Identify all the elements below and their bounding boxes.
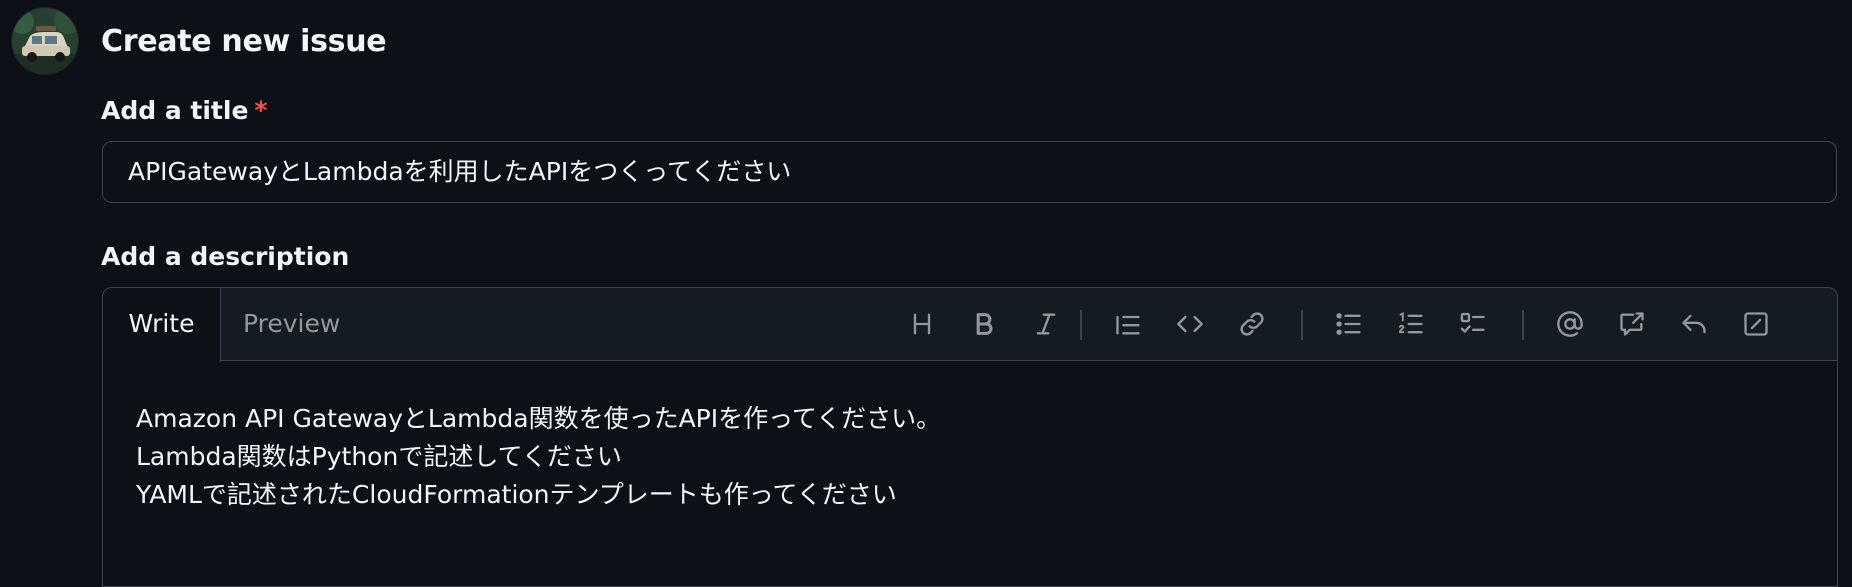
title-label-text: Add a title	[101, 96, 249, 125]
slash-commands-icon[interactable]	[1737, 305, 1775, 343]
description-label: Add a description	[101, 242, 350, 271]
ordered-list-icon[interactable]	[1392, 305, 1430, 343]
title-input[interactable]: APIGatewayとLambdaを利用したAPIをつくってください	[102, 141, 1837, 203]
editor-header: Write Preview	[103, 288, 1837, 362]
code-icon[interactable]	[1171, 305, 1209, 343]
reference-icon[interactable]	[1613, 305, 1651, 343]
description-textarea[interactable]: Amazon API GatewayとLambda関数を使ったAPIを作ってくだ…	[103, 362, 1837, 586]
page-title: Create new issue	[101, 24, 387, 59]
avatar[interactable]	[12, 8, 78, 74]
title-label: Add a title *	[101, 96, 268, 125]
link-icon[interactable]	[1233, 305, 1271, 343]
toolbar-divider	[1522, 310, 1524, 340]
italic-icon[interactable]	[1027, 305, 1065, 343]
heading-icon[interactable]	[903, 305, 941, 343]
description-line: Lambda関数はPythonで記述してください	[136, 442, 622, 471]
bold-icon[interactable]	[965, 305, 1003, 343]
title-input-value: APIGatewayとLambdaを利用したAPIをつくってください	[128, 157, 792, 186]
saved-replies-icon[interactable]	[1675, 305, 1713, 343]
unordered-list-icon[interactable]	[1330, 305, 1368, 343]
toolbar-divider	[1080, 310, 1082, 340]
description-editor: Write Preview Amazon API GatewayとLambda関…	[102, 287, 1838, 587]
description-line: YAMLで記述されたCloudFormationテンプレートも作ってください	[136, 480, 897, 509]
description-line: Amazon API GatewayとLambda関数を使ったAPIを作ってくだ…	[136, 404, 942, 433]
quote-icon[interactable]	[1109, 305, 1147, 343]
mention-icon[interactable]	[1551, 305, 1589, 343]
markdown-toolbar	[103, 288, 1837, 360]
required-mark: *	[254, 96, 268, 125]
toolbar-divider	[1301, 310, 1303, 340]
task-list-icon[interactable]	[1454, 305, 1492, 343]
